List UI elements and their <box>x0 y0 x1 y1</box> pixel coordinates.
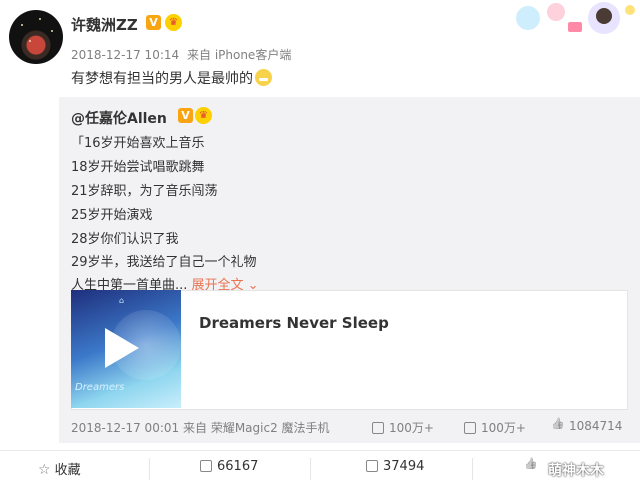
cover-script: Dreamers <box>75 382 125 393</box>
repost-line: 28岁你们认识了我 <box>71 232 179 247</box>
post-time[interactable]: 2018-12-17 10:14 <box>71 48 179 62</box>
repost-repost-count[interactable]: 100万+ <box>372 419 434 436</box>
divider <box>149 458 150 480</box>
verified-badge: V <box>146 15 161 30</box>
comment-count-text: 37494 <box>383 459 425 474</box>
music-title[interactable]: Dreamers Never Sleep <box>199 314 389 332</box>
decoration-banner <box>516 2 635 34</box>
repost-repost-count-text: 100万+ <box>389 421 434 435</box>
repost-like-count-text: 1084714 <box>569 419 623 433</box>
repost-comment-count[interactable]: 100万+ <box>464 419 526 436</box>
avatar[interactable] <box>9 10 63 64</box>
thumbs-up-icon <box>524 459 537 472</box>
repost-author[interactable]: @任嘉伦Allen <box>71 108 167 128</box>
repost-source[interactable]: 荣耀Magic2 魔法手机 <box>211 421 330 435</box>
repost-line: 18岁开始尝试唱歌跳舞 <box>71 160 205 175</box>
comment-button[interactable]: 37494 <box>366 459 424 474</box>
repost-icon <box>372 422 384 434</box>
crown-icon: ♛ <box>165 14 182 31</box>
thumbs-up-icon <box>551 419 564 432</box>
repost-meta: 2018-12-17 00:01 来自 荣耀Magic2 魔法手机 <box>71 419 330 436</box>
repost-line: 29岁半，我送给了自己一个礼物 <box>71 255 257 270</box>
post-meta: 2018-12-17 10:14 来自 iPhone客户端 <box>71 46 291 63</box>
like-button[interactable] <box>524 459 542 474</box>
favorite-button[interactable]: ☆ 收藏 <box>38 459 81 478</box>
repost-count-text: 66167 <box>217 459 259 474</box>
watermark: 萌神木木 <box>548 463 604 479</box>
source-prefix: 来自 <box>186 48 211 62</box>
repost-time[interactable]: 2018-12-17 00:01 <box>71 421 179 435</box>
play-icon[interactable] <box>105 328 139 368</box>
favorite-label: 收藏 <box>54 463 81 478</box>
post-source[interactable]: iPhone客户端 <box>215 48 292 62</box>
repost-line: 「16岁开始喜欢上音乐 <box>71 136 205 151</box>
grin-emoji-icon <box>255 69 272 86</box>
divider <box>310 458 311 480</box>
repost-icon <box>200 460 212 472</box>
repost-like-count[interactable]: 1084714 <box>551 419 622 433</box>
repost-button[interactable]: 66167 <box>200 459 258 474</box>
divider <box>472 458 473 480</box>
repost-crown-icon: ♛ <box>195 107 212 124</box>
repost-source-prefix: 来自 <box>182 421 207 435</box>
repost-comment-count-text: 100万+ <box>481 421 526 435</box>
post-content: 有梦想有担当的男人是最帅的 <box>71 68 272 88</box>
comment-icon <box>366 460 378 472</box>
repost-verified-badge: V <box>178 108 193 123</box>
repost-line: 25岁开始演戏 <box>71 208 153 223</box>
cover-logo-icon: ⌂ <box>119 296 125 305</box>
repost-line: 21岁辞职，为了音乐闯荡 <box>71 184 218 199</box>
post-text: 有梦想有担当的男人是最帅的 <box>71 71 253 87</box>
author-name[interactable]: 许魏洲ZZ <box>71 14 138 35</box>
action-bar <box>0 450 640 489</box>
comment-icon <box>464 422 476 434</box>
music-cover[interactable]: ⌂ Dreamers <box>71 290 181 408</box>
star-icon: ☆ <box>38 462 51 478</box>
